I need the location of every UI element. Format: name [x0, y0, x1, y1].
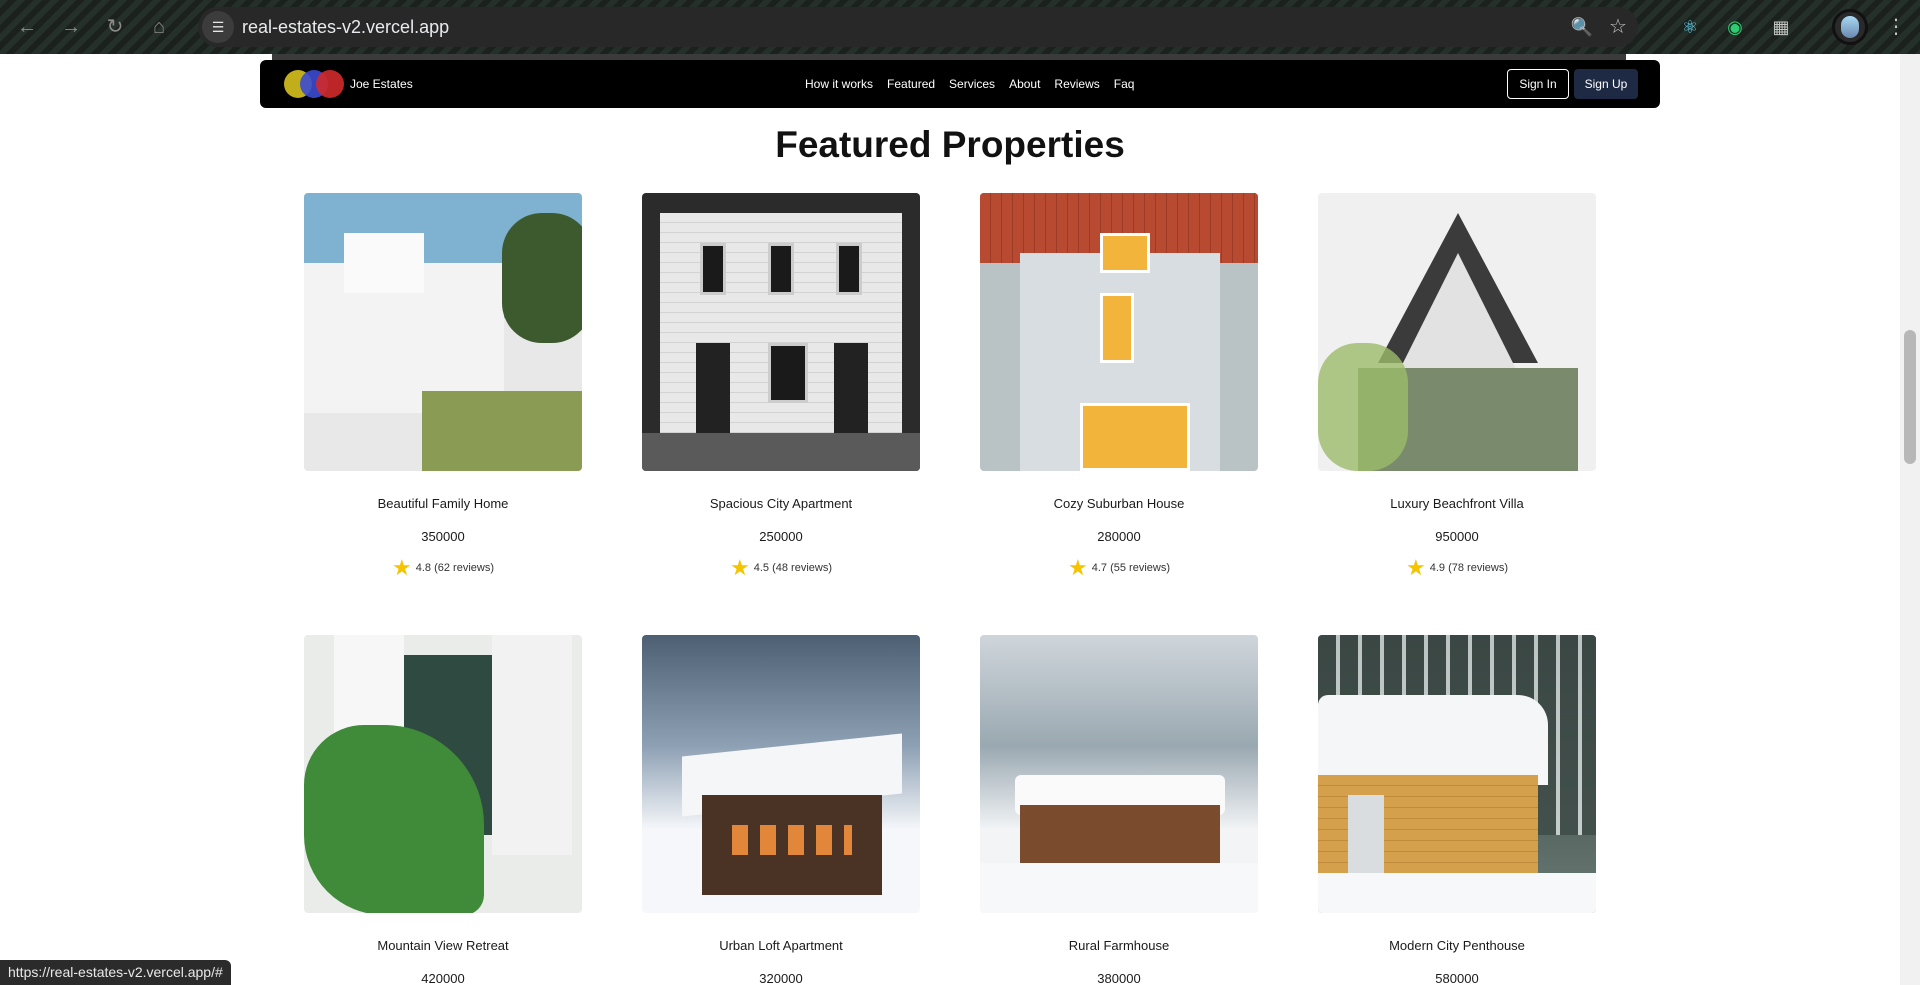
- property-card[interactable]: Modern City Penthouse 580000: [1318, 635, 1596, 985]
- brand-logo[interactable]: [284, 70, 344, 100]
- nav-link-services[interactable]: Services: [949, 77, 995, 91]
- property-image[interactable]: [642, 193, 920, 471]
- nav-link-faq[interactable]: Faq: [1114, 77, 1135, 91]
- property-name: Urban Loft Apartment: [719, 938, 843, 953]
- bookmark-star-icon[interactable]: ☆: [1604, 13, 1632, 41]
- property-card[interactable]: Mountain View Retreat 420000: [304, 635, 582, 985]
- property-rating: ★ 4.5 (48 reviews): [642, 555, 920, 581]
- property-card[interactable]: Rural Farmhouse 380000: [980, 635, 1258, 985]
- property-image[interactable]: [980, 193, 1258, 471]
- property-price: 350000: [421, 529, 465, 544]
- property-rating: ★ 4.9 (78 reviews): [1318, 555, 1596, 581]
- property-card[interactable]: Luxury Beachfront Villa 950000 ★ 4.9 (78 …: [1318, 193, 1596, 580]
- property-name: Rural Farmhouse: [1068, 938, 1170, 953]
- property-image[interactable]: [980, 635, 1258, 913]
- property-name: Mountain View Retreat: [377, 938, 509, 953]
- sign-in-button[interactable]: Sign In: [1507, 69, 1569, 99]
- nav-link-about[interactable]: About: [1009, 77, 1040, 91]
- forward-icon[interactable]: →: [56, 12, 86, 42]
- property-price: 420000: [421, 971, 465, 985]
- profile-avatar[interactable]: [1832, 9, 1868, 45]
- property-rating: ★ 4.7 (55 reviews): [980, 555, 1258, 581]
- property-price: 380000: [1097, 971, 1141, 985]
- property-image[interactable]: [304, 193, 582, 471]
- property-image[interactable]: [1318, 635, 1596, 913]
- site-info-icon[interactable]: ☰: [202, 11, 234, 43]
- property-name: Modern City Penthouse: [1389, 938, 1525, 953]
- property-name: Cozy Suburban House: [1053, 496, 1185, 511]
- rating-text: 4.9 (78 reviews): [1429, 562, 1508, 574]
- star-icon: ★: [1068, 555, 1088, 580]
- nav-link-reviews[interactable]: Reviews: [1054, 77, 1099, 91]
- property-name: Luxury Beachfront Villa: [1390, 496, 1524, 511]
- star-icon: ★: [730, 555, 750, 580]
- back-icon[interactable]: ←: [12, 12, 42, 42]
- property-rating: ★ 4.8 (62 reviews): [304, 555, 582, 581]
- rating-text: 4.7 (55 reviews): [1091, 562, 1170, 574]
- home-icon[interactable]: ⌂: [144, 12, 174, 42]
- react-devtools-icon[interactable]: ⚛: [1675, 12, 1705, 42]
- property-card[interactable]: Spacious City Apartment 250000 ★ 4.5 (48 …: [642, 193, 920, 580]
- reload-icon[interactable]: ↻: [100, 12, 130, 42]
- sign-up-button[interactable]: Sign Up: [1574, 69, 1638, 99]
- page-viewport: Joe Estates How it works Featured Servic…: [0, 54, 1900, 985]
- star-icon: ★: [392, 555, 412, 580]
- property-name: Spacious City Apartment: [709, 496, 853, 511]
- property-price: 320000: [759, 971, 803, 985]
- property-name: Beautiful Family Home: [377, 496, 509, 511]
- property-image[interactable]: [304, 635, 582, 913]
- star-icon: ★: [1406, 555, 1426, 580]
- property-card[interactable]: Beautiful Family Home 350000 ★ 4.8 (62 re…: [304, 193, 582, 580]
- extension-target-icon[interactable]: ◉: [1720, 12, 1750, 42]
- browser-toolbar: ← → ↻ ⌂ ☰ real-estates-v2.vercel.app 🔍 ☆…: [0, 0, 1920, 54]
- rating-text: 4.5 (48 reviews): [753, 562, 832, 574]
- property-price: 950000: [1435, 529, 1479, 544]
- property-card[interactable]: Cozy Suburban House 280000 ★ 4.7 (55 revi…: [980, 193, 1258, 580]
- site-navbar: Joe Estates How it works Featured Servic…: [260, 60, 1660, 108]
- property-price: 280000: [1097, 529, 1141, 544]
- property-price: 580000: [1435, 971, 1479, 985]
- nav-link-featured[interactable]: Featured: [887, 77, 935, 91]
- page-scrollbar[interactable]: [1900, 54, 1920, 985]
- nav-link-how-it-works[interactable]: How it works: [805, 77, 873, 91]
- scrollbar-thumb[interactable]: [1904, 330, 1916, 464]
- zoom-icon[interactable]: 🔍: [1568, 13, 1596, 41]
- extensions-puzzle-icon[interactable]: ▦: [1766, 12, 1796, 42]
- url-text[interactable]: real-estates-v2.vercel.app: [242, 17, 449, 38]
- property-image[interactable]: [642, 635, 920, 913]
- property-price: 250000: [759, 529, 803, 544]
- property-card[interactable]: Urban Loft Apartment 320000: [642, 635, 920, 985]
- brand-name[interactable]: Joe Estates: [350, 77, 413, 91]
- property-image[interactable]: [1318, 193, 1596, 471]
- nav-links: How it works Featured Services About Rev…: [805, 77, 1134, 91]
- more-menu-icon[interactable]: ⋮: [1886, 12, 1906, 42]
- address-bar[interactable]: ☰ real-estates-v2.vercel.app 🔍 ☆: [198, 7, 1638, 47]
- section-title: Featured Properties: [775, 124, 1125, 165]
- rating-text: 4.8 (62 reviews): [415, 562, 494, 574]
- link-status-bar: https://real-estates-v2.vercel.app/#: [0, 960, 231, 985]
